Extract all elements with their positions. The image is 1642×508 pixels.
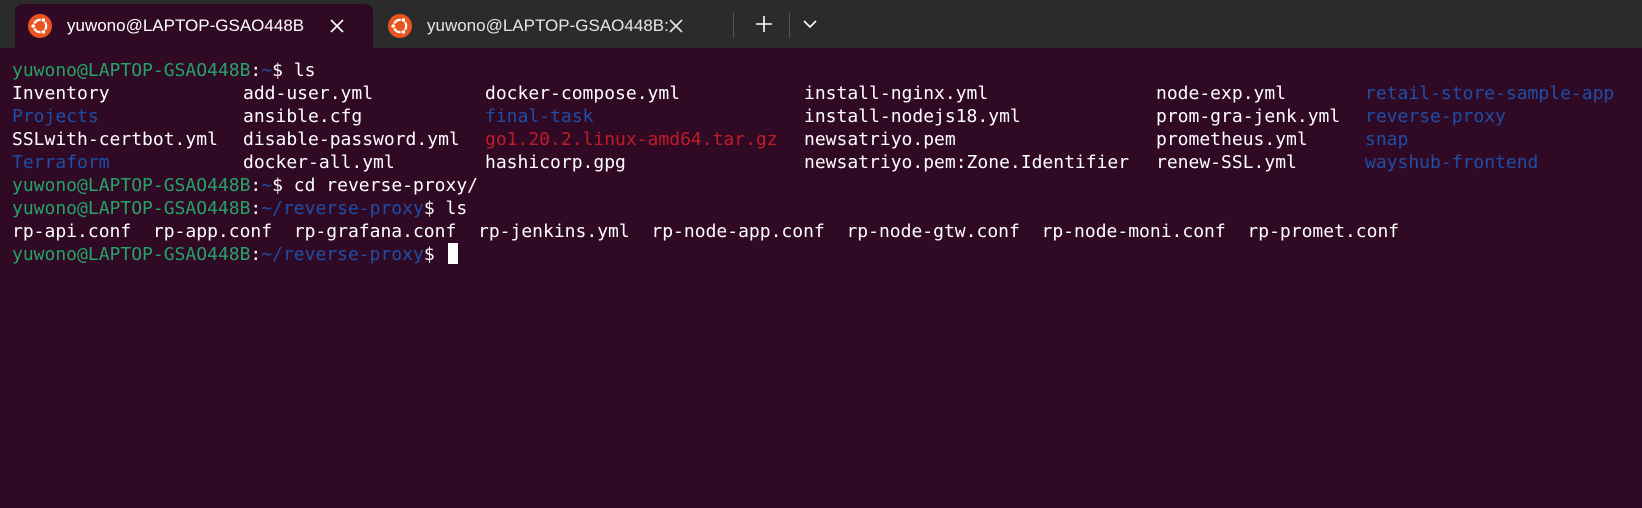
- command-text: ls: [282, 60, 316, 81]
- prompt-user: yuwono@LAPTOP-GSAO448B: [12, 244, 251, 265]
- terminal-output[interactable]: yuwono@LAPTOP-GSAO448B:~$ ls Inventory a…: [0, 48, 1642, 508]
- ls-file: node-exp.yml: [1156, 83, 1287, 104]
- ls-archive: go1.20.2.linux-amd64.tar.gz: [485, 129, 778, 150]
- close-tab-icon[interactable]: [667, 17, 685, 35]
- ubuntu-icon: [388, 14, 412, 38]
- prompt-dollar: $: [423, 244, 435, 265]
- ls-file: hashicorp.gpg: [485, 152, 626, 173]
- prompt-user: yuwono@LAPTOP-GSAO448B: [12, 198, 251, 219]
- ls-file: docker-compose.yml: [485, 83, 681, 104]
- ls-file: newsatriyo.pem: [804, 129, 956, 150]
- prompt-line: yuwono@LAPTOP-GSAO448B:~$ cd reverse-pro…: [12, 174, 478, 197]
- ls-dir: final-task: [485, 106, 594, 127]
- ubuntu-icon: [28, 14, 52, 38]
- ls-file: newsatriyo.pem:Zone.Identifier: [804, 152, 1130, 173]
- new-tab-button[interactable]: [753, 13, 775, 35]
- ls-dir: snap: [1365, 129, 1409, 150]
- command-text: cd reverse-proxy/: [282, 175, 479, 196]
- prompt-line: yuwono@LAPTOP-GSAO448B:~$ ls: [12, 59, 315, 82]
- close-tab-icon[interactable]: [328, 17, 346, 35]
- command-text: [435, 244, 446, 265]
- prompt-user: yuwono@LAPTOP-GSAO448B: [12, 175, 251, 196]
- chevron-down-icon[interactable]: [799, 13, 821, 35]
- prompt-sep: :: [250, 60, 262, 81]
- ls-row: Projects ansible.cfg final-task install-…: [12, 105, 1506, 128]
- prompt-sep: :: [250, 198, 262, 219]
- ls-row: SSLwith-certbot.yml disable-password.yml…: [12, 128, 1408, 151]
- ls-file: install-nginx.yml: [804, 83, 989, 104]
- ls-dir: retail-store-sample-app: [1365, 83, 1615, 104]
- ls-file: ansible.cfg: [243, 106, 363, 127]
- prompt-path: ~/reverse-proxy: [261, 244, 424, 265]
- tab-active[interactable]: yuwono@LAPTOP-GSAO448B: [15, 4, 373, 48]
- ls-file: disable-password.yml: [243, 129, 460, 150]
- prompt-dollar: $: [272, 175, 283, 196]
- ls-file: add-user.yml: [243, 83, 374, 104]
- ls-row: Terraform docker-all.yml hashicorp.gpg n…: [12, 151, 1538, 174]
- ls-row: Inventory add-user.yml docker-compose.ym…: [12, 82, 1614, 105]
- command-text: ls: [434, 198, 468, 219]
- divider: [733, 12, 734, 38]
- ls-file: renew-SSL.yml: [1156, 152, 1297, 173]
- ls-dir: reverse-proxy: [1365, 106, 1506, 127]
- ls-file: prom-gra-jenk.yml: [1156, 106, 1341, 127]
- ls-dir: wayshub-frontend: [1365, 152, 1539, 173]
- ls-file: prometheus.yml: [1156, 129, 1308, 150]
- tab-title: yuwono@LAPTOP-GSAO448B: [67, 16, 305, 35]
- prompt-sep: :: [250, 175, 262, 196]
- ls-file: docker-all.yml: [243, 152, 395, 173]
- tab-inactive[interactable]: yuwono@LAPTOP-GSAO448B:: [375, 4, 723, 48]
- tab-title: yuwono@LAPTOP-GSAO448B:: [427, 16, 669, 35]
- divider: [789, 12, 790, 38]
- ls-dir: Projects: [12, 106, 99, 127]
- prompt-path: ~: [261, 60, 273, 81]
- prompt-sep: :: [250, 244, 262, 265]
- ls-output: rp-api.conf rp-app.conf rp-grafana.conf …: [12, 221, 1400, 242]
- ls-file: install-nodejs18.yml: [804, 106, 1021, 127]
- prompt-line[interactable]: yuwono@LAPTOP-GSAO448B:~/reverse-proxy$: [12, 243, 458, 266]
- text-cursor: [447, 243, 458, 264]
- prompt-dollar: $: [423, 198, 435, 219]
- ls-dir: Terraform: [12, 152, 110, 173]
- ls-file: SSLwith-certbot.yml: [12, 129, 218, 150]
- prompt-dollar: $: [272, 60, 283, 81]
- ls-file: Inventory: [12, 83, 110, 104]
- title-bar: yuwono@LAPTOP-GSAO448B yuwono@LAPTOP-GSA…: [0, 0, 1642, 48]
- prompt-user: yuwono@LAPTOP-GSAO448B: [12, 60, 251, 81]
- prompt-path: ~/reverse-proxy: [261, 198, 424, 219]
- prompt-line: yuwono@LAPTOP-GSAO448B:~/reverse-proxy$ …: [12, 197, 467, 220]
- prompt-path: ~: [261, 175, 273, 196]
